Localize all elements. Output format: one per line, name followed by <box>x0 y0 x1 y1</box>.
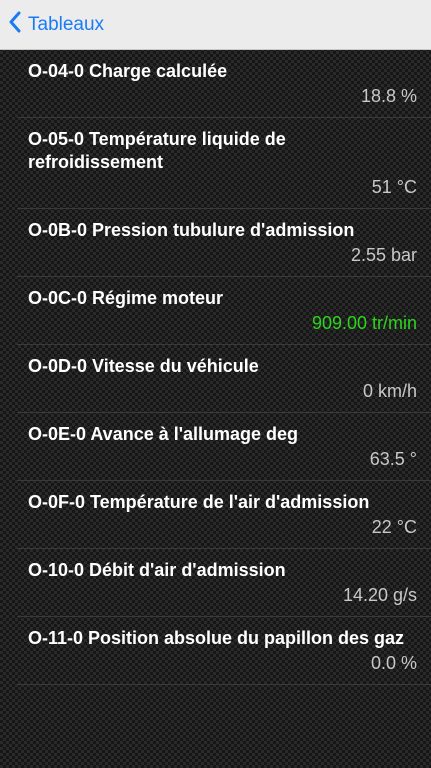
sensor-value: 63.5 ° <box>369 449 417 469</box>
list-item[interactable]: O-0D-0 Vitesse du véhicule 0 km/h <box>17 345 431 413</box>
list-item[interactable]: O-05-0 Température liquide de refroidiss… <box>17 118 431 209</box>
chevron-left-icon <box>8 11 28 38</box>
sensor-title: O-0D-0 Vitesse du véhicule <box>28 356 259 376</box>
sensor-title: O-0C-0 Régime moteur <box>28 288 224 308</box>
sensor-title: O-10-0 Débit d'air d'admission <box>28 560 286 580</box>
navigation-bar: Tableaux <box>0 0 431 50</box>
sensor-value: 2.55 bar <box>350 245 417 265</box>
sensor-title: O-0F-0 Température de l'air d'admission <box>28 492 370 512</box>
sensor-value: 909.00 tr/min <box>311 313 417 333</box>
sensor-title: O-11-0 Position absolue du papillon des … <box>28 628 405 648</box>
list-item[interactable]: O-04-0 Charge calculée 18.8 % <box>17 50 431 118</box>
list-item[interactable]: O-0F-0 Température de l'air d'admission … <box>17 481 431 549</box>
list-item[interactable]: O-10-0 Débit d'air d'admission 14.20 g/s <box>17 549 431 617</box>
list-item[interactable]: O-11-0 Position absolue du papillon des … <box>17 617 431 685</box>
sensor-value: 51 °C <box>371 177 417 197</box>
sensor-value: 14.20 g/s <box>342 585 417 605</box>
back-label: Tableaux <box>28 13 105 35</box>
sensor-value: 0.0 % <box>370 653 417 673</box>
list-item[interactable]: O-0E-0 Avance à l'allumage deg 63.5 ° <box>17 413 431 481</box>
sensor-title: O-0B-0 Pression tubulure d'admission <box>28 220 355 240</box>
sensor-title: O-04-0 Charge calculée <box>28 61 228 81</box>
sensor-title: O-0E-0 Avance à l'allumage deg <box>28 424 299 444</box>
sensor-value: 18.8 % <box>360 86 417 106</box>
sensor-value: 0 km/h <box>362 381 417 401</box>
list-item[interactable]: O-0C-0 Régime moteur 909.00 tr/min <box>17 277 431 345</box>
back-button[interactable]: Tableaux <box>8 11 104 38</box>
sensor-list: O-04-0 Charge calculée 18.8 % O-05-0 Tem… <box>0 50 431 685</box>
list-item[interactable]: O-0B-0 Pression tubulure d'admission 2.5… <box>17 209 431 277</box>
sensor-value: 22 °C <box>371 517 417 537</box>
sensor-title: O-05-0 Température liquide de refroidiss… <box>28 129 286 172</box>
